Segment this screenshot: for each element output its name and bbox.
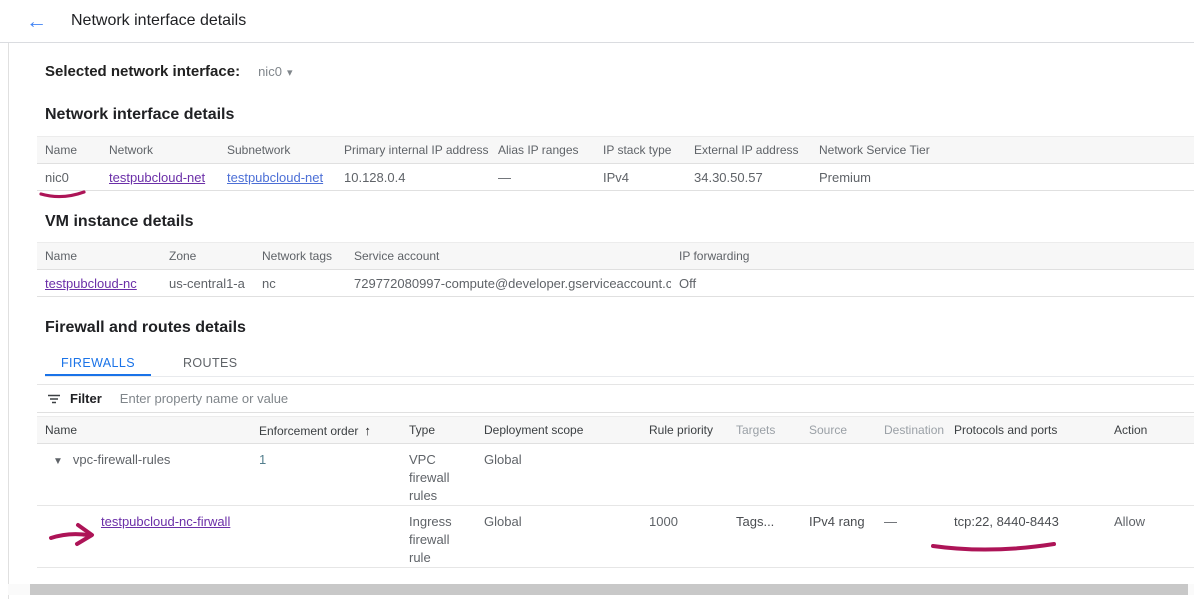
chevron-down-icon: ▾ (287, 67, 293, 79)
service-account-value: 729772080997-compute@developer.gservicea… (346, 270, 671, 297)
zone-value: us-central1-a (161, 270, 254, 297)
firewall-table: Name Enforcement order ↑ Type Deployment … (37, 416, 1194, 568)
selector-label: Selected network interface: (45, 63, 240, 80)
col-primary-ip: Primary internal IP address (336, 137, 490, 164)
firewall-section-title: Firewall and routes details (45, 319, 1194, 337)
filter-input[interactable] (120, 391, 1194, 406)
subnetwork-link[interactable]: testpubcloud-net (227, 170, 323, 185)
vm-section-title: VM instance details (45, 213, 1194, 231)
deployment-scope-value: Global (476, 506, 641, 568)
network-interface-details-page: ← Network interface details Selected net… (0, 0, 1194, 599)
external-ip-value: 34.30.50.57 (686, 164, 811, 191)
firewall-routes-tabs: FIREWALLS ROUTES (45, 351, 1194, 377)
interface-dropdown[interactable]: nic0 ▾ (258, 64, 292, 79)
col-network-tags: Network tags (254, 243, 346, 270)
targets-value: Tags... (721, 506, 801, 568)
primary-ip-value: 10.128.0.4 (336, 164, 490, 191)
alias-ranges-value: — (490, 164, 595, 191)
col-destination: Destination (876, 417, 946, 444)
nic-table-header-row: Name Network Subnetwork Primary internal… (37, 137, 1194, 164)
col-stack-type: IP stack type (595, 137, 686, 164)
firewall-table-header-row: Name Enforcement order ↑ Type Deployment … (37, 417, 1194, 444)
ip-forwarding-value: Off (671, 270, 1194, 297)
col-ip-forwarding: IP forwarding (671, 243, 1194, 270)
firewall-rule-link[interactable]: testpubcloud-nc-firwall (101, 514, 230, 529)
top-bar: ← Network interface details (0, 0, 1194, 43)
col-name: Name (37, 243, 161, 270)
nic-name: nic0 (37, 164, 101, 191)
expand-arrow-icon[interactable]: ▼ (53, 453, 63, 471)
network-tags-value: nc (254, 270, 346, 297)
col-subnetwork: Subnetwork (219, 137, 336, 164)
network-link[interactable]: testpubcloud-net (109, 170, 205, 185)
destination-value: — (876, 506, 946, 568)
col-rule-priority: Rule priority (641, 417, 721, 444)
tab-routes[interactable]: ROUTES (167, 351, 254, 376)
col-source: Source (801, 417, 876, 444)
col-alias-ranges: Alias IP ranges (490, 137, 595, 164)
filter-bar: Filter (37, 384, 1194, 413)
enforcement-order-value: 1 (251, 444, 401, 506)
vm-table: Name Zone Network tags Service account I… (37, 242, 1194, 297)
content-area: Selected network interface: nic0 ▾ Networ… (8, 43, 1194, 599)
nic-table-row: nic0 testpubcloud-net testpubcloud-net 1… (37, 164, 1194, 191)
col-service-account: Service account (346, 243, 671, 270)
vm-table-header-row: Name Zone Network tags Service account I… (37, 243, 1194, 270)
horizontal-scrollbar-thumb[interactable] (30, 584, 1188, 595)
action-value: Allow (1106, 506, 1194, 568)
vm-table-row: testpubcloud-nc us-central1-a nc 7297720… (37, 270, 1194, 297)
col-name: Name (37, 417, 251, 444)
col-name: Name (37, 137, 101, 164)
tab-firewalls[interactable]: FIREWALLS (45, 351, 151, 376)
firewall-group-name: vpc-firewall-rules (73, 451, 171, 469)
rule-priority-value: 1000 (641, 506, 721, 568)
col-targets: Targets (721, 417, 801, 444)
horizontal-scrollbar-track (8, 584, 1194, 595)
col-protocols-ports: Protocols and ports (946, 417, 1106, 444)
col-deployment-scope: Deployment scope (476, 417, 641, 444)
firewall-rule-row: testpubcloud-nc-firwall Ingress firewall… (37, 506, 1194, 568)
type-value: Ingress firewall rule (401, 506, 476, 568)
source-value: IPv4 rang (801, 506, 876, 568)
network-interface-selector-row: Selected network interface: nic0 ▾ (45, 63, 1194, 80)
enforcement-order-label: Enforcement order (259, 424, 358, 438)
type-value: VPC firewall rules (401, 444, 476, 506)
nic-section-title: Network interface details (45, 106, 1194, 124)
page-title: Network interface details (71, 12, 246, 30)
nic-table: Name Network Subnetwork Primary internal… (37, 136, 1194, 191)
firewall-group-row: ▼ vpc-firewall-rules 1 VPC firewall rule… (37, 444, 1194, 506)
interface-dropdown-value: nic0 (258, 64, 282, 79)
enforcement-order-value (251, 506, 401, 568)
col-action: Action (1106, 417, 1194, 444)
col-external-ip: External IP address (686, 137, 811, 164)
col-service-tier: Network Service Tier (811, 137, 1194, 164)
col-network: Network (101, 137, 219, 164)
deployment-scope-value: Global (476, 444, 641, 506)
stack-type-value: IPv4 (595, 164, 686, 191)
col-type: Type (401, 417, 476, 444)
protocols-ports-value: tcp:22, 8440-8443 (946, 506, 1106, 568)
col-enforcement-order[interactable]: Enforcement order ↑ (251, 417, 401, 444)
sort-ascending-icon: ↑ (364, 423, 371, 438)
col-zone: Zone (161, 243, 254, 270)
vm-instance-link[interactable]: testpubcloud-nc (45, 276, 137, 291)
filter-icon[interactable] (46, 391, 62, 407)
filter-label: Filter (70, 391, 102, 406)
service-tier-value: Premium (811, 164, 1194, 191)
back-arrow-icon[interactable]: ← (26, 11, 47, 32)
